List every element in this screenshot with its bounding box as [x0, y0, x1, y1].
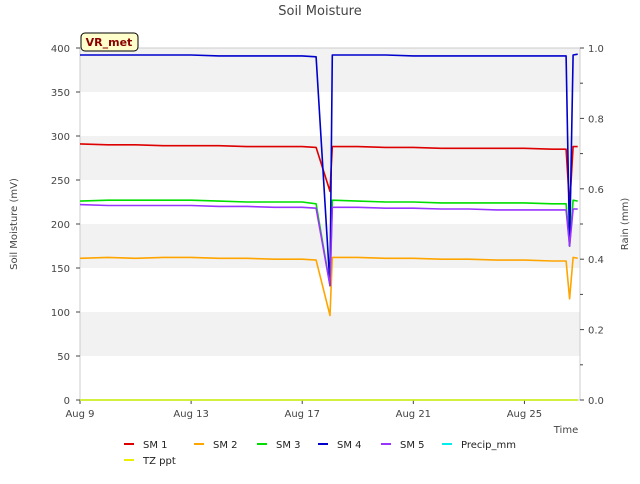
legend-item: TZ ppt: [124, 456, 176, 467]
y2-tick-label: 0.6: [588, 185, 604, 196]
site-badge: VR_met: [80, 32, 139, 52]
x-tick-label: Aug 25: [507, 409, 542, 420]
y2-tick-label: 0.2: [588, 326, 604, 337]
y-tick-label: 0: [64, 396, 70, 407]
grid-band: [80, 312, 580, 356]
site-badge-label: VR_met: [86, 36, 133, 49]
y-axis-label: Soil Moisture (mV): [9, 178, 20, 270]
x-axis: Aug 9 Aug 13 Aug 17 Aug 21 Aug 25: [65, 400, 542, 420]
y2-tick-label: 0.4: [588, 255, 604, 266]
legend-label: SM 3: [276, 440, 301, 451]
legend-label: TZ ppt: [142, 456, 176, 467]
grid-band: [80, 136, 580, 180]
y-tick-label: 100: [51, 308, 70, 319]
x-tick-label: Aug 21: [396, 409, 431, 420]
chart-title: Soil Moisture: [278, 4, 362, 19]
soil-moisture-chart: Aug 9 Aug 13 Aug 17 Aug 21 Aug 25 0 50 100 150 2…: [9, 4, 631, 467]
legend-item: SM 2: [194, 440, 238, 451]
x-tick-label: Aug 17: [285, 409, 320, 420]
legend-item: SM 1: [124, 440, 168, 451]
y-tick-label: 250: [51, 176, 70, 187]
x-tick-label: Aug 9: [65, 409, 94, 420]
legend-item: SM 5: [381, 440, 425, 451]
legend-label: SM 1: [143, 440, 168, 451]
y-tick-label: 400: [51, 44, 70, 55]
legend-label: SM 2: [213, 440, 238, 451]
y-axis-left: 0 50 100 150 200 250 300 350 400: [51, 44, 80, 407]
y-tick-label: 150: [51, 264, 70, 275]
y2-tick-label: 0.8: [588, 114, 604, 125]
y2-axis-label: Rain (mm): [620, 198, 631, 251]
y-tick-label: 300: [51, 132, 70, 143]
legend-label: Precip_mm: [461, 440, 516, 451]
legend: SM 1 SM 2 SM 3 SM 4 SM 5 Precip_mm TZ ppt: [124, 440, 516, 467]
legend-label: SM 5: [400, 440, 425, 451]
y-tick-label: 50: [57, 352, 70, 363]
grid-band: [80, 356, 580, 400]
legend-item: SM 3: [257, 440, 301, 451]
y-axis-right: 0.0 0.2 0.4 0.6 0.8 1.0: [580, 44, 604, 407]
y-tick-label: 200: [51, 220, 70, 231]
y2-tick-label: 1.0: [588, 44, 604, 55]
legend-item: Precip_mm: [442, 440, 516, 451]
y2-tick-label: 0.0: [588, 396, 604, 407]
x-tick-label: Aug 13: [173, 409, 208, 420]
x-axis-label: Time: [553, 425, 578, 436]
grid-band: [80, 92, 580, 136]
legend-item: SM 4: [318, 440, 362, 451]
chart-container: Aug 9 Aug 13 Aug 17 Aug 21 Aug 25 0 50 100 150 2…: [0, 0, 640, 480]
legend-label: SM 4: [337, 440, 362, 451]
y-tick-label: 350: [51, 88, 70, 99]
